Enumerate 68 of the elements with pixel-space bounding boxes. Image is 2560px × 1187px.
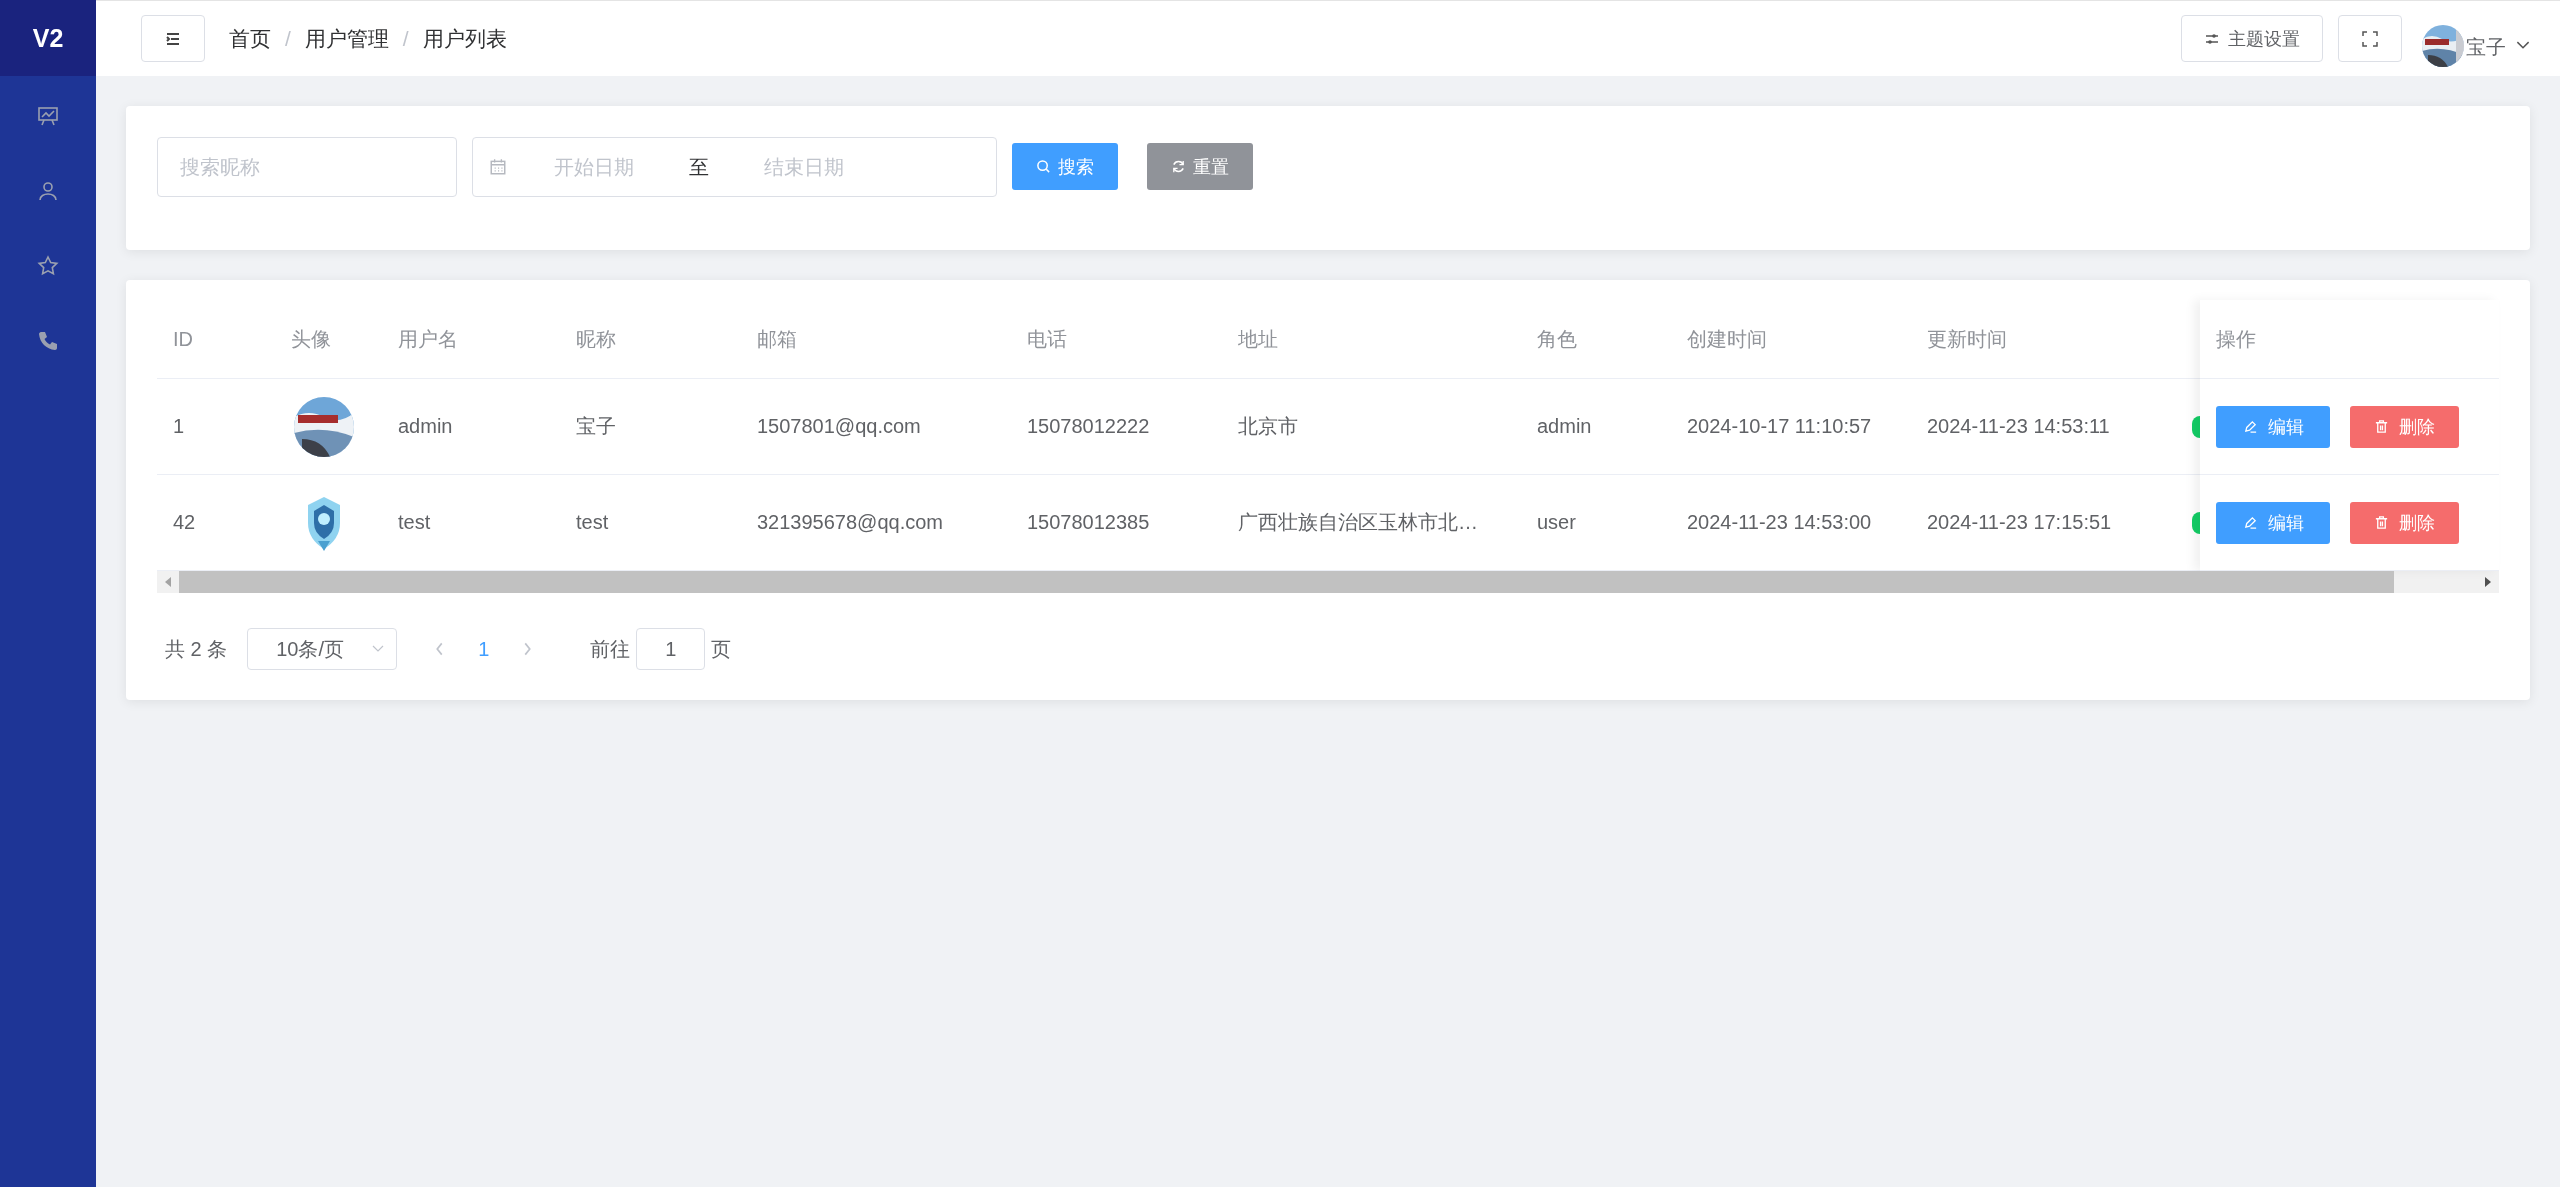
breadcrumb-link[interactable]: 用户列表 [422,24,507,53]
column-header: ID [172,326,194,352]
column-header: 地址 [1237,326,1279,352]
refresh-icon [1171,159,1186,174]
table-cell-text: 广西壮族自治区玉林市北… [1237,510,1479,535]
start-date-field[interactable]: 开始日期 [507,154,681,180]
star-icon[interactable] [36,254,60,278]
range-separator: 至 [688,154,710,180]
table-cell-text: 2024-11-23 17:15:51 [1926,510,2113,535]
trash-icon [2374,419,2389,434]
column-header: 更新时间 [1926,326,2008,352]
presentation-chart-icon[interactable] [36,104,60,128]
status-switch[interactable] [2192,511,2200,534]
menu-button[interactable] [141,15,205,62]
calendar-icon [489,158,507,176]
column-header: 用户名 [397,326,459,352]
table-cell-text: admin [397,414,454,439]
goto-page-field[interactable]: 1 [636,628,706,670]
goto-label: 前往 [590,636,631,662]
date-range-field[interactable]: 开始日期 至 结束日期 [472,137,997,197]
column-header: 操作 [2215,326,2256,352]
user-name[interactable]: 宝子 [2466,34,2506,61]
status-switch[interactable] [2192,415,2200,438]
phone-icon[interactable] [36,329,60,353]
pencil-icon [2242,515,2258,530]
page-suffix: 页 [711,636,732,662]
column-header: 头像 [290,326,332,352]
table-cell-text: 15078012222 [1026,414,1151,439]
table-cell-text: 1507801@qq.com [756,414,922,439]
logo: V2 [0,0,96,76]
total-count: 共 2 条 [165,636,228,662]
fullscreen-button[interactable] [2338,15,2402,62]
column-header: 邮箱 [756,326,798,352]
page-size-select[interactable]: 10条/页 [247,628,398,670]
theme-settings-button[interactable]: 主题设置 [2181,15,2323,62]
user-icon[interactable] [36,179,60,203]
chevron-down-icon [372,645,385,653]
chevron-down-icon[interactable] [2516,41,2530,50]
table-cell-text: user [1536,510,1577,535]
table-cell-text: 2024-11-23 14:53:00 [1686,510,1873,535]
breadcrumb-link[interactable]: 用户管理 [304,24,389,53]
nickname-search-field[interactable]: 搜索昵称 [157,137,457,197]
menu-icon [165,30,181,47]
table-cell-text: 2024-10-17 11:10:57 [1686,414,1873,439]
table-cell-text: 2024-11-23 14:53:11 [1926,414,2111,439]
table-cell-text: 42 [172,510,197,535]
table-cell-text: admin [1536,414,1593,439]
horizontal-scrollbar[interactable] [157,571,2499,593]
column-header: 昵称 [575,326,617,352]
table-cell-text: test [397,510,432,535]
breadcrumb-separator: / [285,26,291,51]
pencil-icon [2242,419,2258,434]
reset-button[interactable]: 重置 [1147,143,1253,190]
breadcrumb-link[interactable]: 首页 [229,24,271,53]
table-cell-text: test [575,510,610,535]
fullscreen-icon [2362,30,2378,47]
column-header: 创建时间 [1686,326,1768,352]
table-cell-text: 宝子 [575,414,617,439]
column-header: 电话 [1026,326,1068,352]
column-header: 角色 [1536,326,1578,352]
table-cell-text: 北京市 [1237,414,1299,439]
table-cell-text: 321395678@qq.com [756,510,944,535]
table-cell-text: 1 [172,414,186,439]
trash-icon [2374,515,2389,530]
breadcrumb-separator: / [402,26,409,51]
table-cell-text: 15078012385 [1026,510,1151,535]
end-date-field[interactable]: 结束日期 [717,154,891,180]
search-icon [1036,159,1051,174]
